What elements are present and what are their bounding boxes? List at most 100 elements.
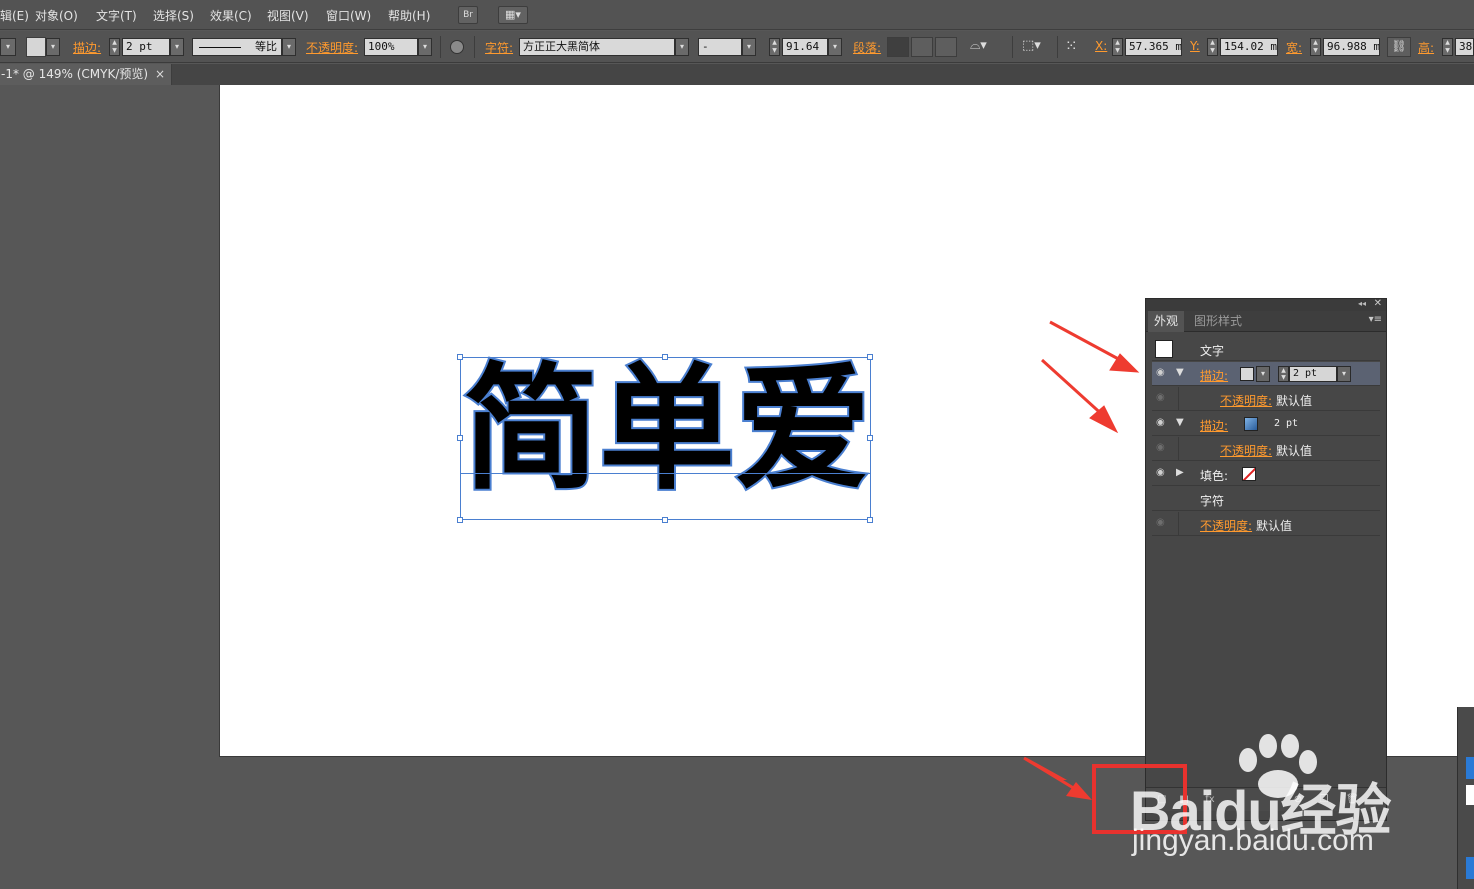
fill-attr-label[interactable]: 填色:: [1200, 467, 1228, 484]
tab-graphic-styles[interactable]: 图形样式: [1188, 311, 1248, 332]
opacity-attr-label[interactable]: 不透明度:: [1200, 517, 1252, 534]
font-family-field[interactable]: 方正正大黑简体: [519, 38, 675, 56]
row-divider: [1178, 512, 1179, 536]
menu-help[interactable]: 帮助(H): [388, 7, 430, 24]
appearance-row-stroke[interactable]: ◉ ▼ 描边: ▾ ▲ ▼ 2 pt ▾: [1152, 362, 1380, 386]
collapse-icon[interactable]: ◂◂: [1358, 299, 1366, 308]
stroke-swatch-dropdown[interactable]: ▾: [46, 38, 60, 56]
opacity-label[interactable]: 不透明度:: [306, 39, 358, 56]
expand-triangle-icon[interactable]: ▼: [1176, 417, 1184, 428]
stroke-attr-label[interactable]: 描边:: [1200, 367, 1228, 384]
close-icon[interactable]: ✕: [1374, 298, 1382, 309]
selection-bounding-box[interactable]: [460, 357, 871, 520]
appearance-row-opacity[interactable]: ◉ 不透明度: 默认值: [1152, 512, 1380, 536]
stroke-swatch-icon[interactable]: [26, 37, 46, 57]
y-spinner[interactable]: ▲ ▼: [1207, 38, 1218, 56]
character-label[interactable]: 字符:: [485, 39, 513, 56]
resize-handle[interactable]: [457, 354, 463, 360]
appearance-row-fill[interactable]: ◉ ▶ 填色:: [1152, 462, 1380, 486]
stroke-swatch-icon[interactable]: [1240, 367, 1254, 381]
stroke-profile-field[interactable]: 等比: [192, 38, 282, 56]
panel-title-bar[interactable]: ◂◂ ✕: [1146, 298, 1386, 311]
menu-select[interactable]: 选择(S): [153, 7, 194, 24]
expand-triangle-icon[interactable]: ▼: [1176, 367, 1184, 378]
workspace-switcher-icon[interactable]: ▦▾: [498, 6, 528, 24]
annotation-arrow-1: [1049, 320, 1125, 364]
stroke-weight-dropdown[interactable]: ▾: [1337, 366, 1351, 382]
appearance-row-characters[interactable]: 字符: [1152, 487, 1380, 511]
fill-dropdown[interactable]: ▾: [0, 38, 16, 56]
stroke-weight-dropdown[interactable]: ▾: [170, 38, 184, 56]
close-icon[interactable]: ×: [155, 64, 165, 85]
resize-handle[interactable]: [457, 517, 463, 523]
x-label[interactable]: X:: [1095, 39, 1107, 53]
font-family-dropdown[interactable]: ▾: [675, 38, 689, 56]
paragraph-label[interactable]: 段落:: [853, 39, 881, 56]
resize-handle[interactable]: [867, 435, 873, 441]
menu-object[interactable]: 对象(O): [35, 7, 78, 24]
opacity-attr-label[interactable]: 不透明度:: [1220, 442, 1272, 459]
appearance-header: 文字: [1152, 337, 1380, 361]
y-label[interactable]: Y:: [1190, 39, 1200, 53]
width-spinner[interactable]: ▲ ▼: [1310, 38, 1321, 56]
stroke-attr-label[interactable]: 描边:: [1200, 417, 1228, 434]
expand-triangle-icon[interactable]: ▶: [1176, 467, 1184, 478]
x-spinner[interactable]: ▲ ▼: [1112, 38, 1123, 56]
height-spinner[interactable]: ▲ ▼: [1442, 38, 1453, 56]
constrain-proportions-icon[interactable]: ⛓: [1387, 37, 1411, 57]
font-size-field[interactable]: 91.64: [782, 38, 828, 56]
stroke-weight-field[interactable]: 2 pt: [122, 38, 170, 56]
width-label[interactable]: 宽:: [1286, 39, 1302, 56]
align-right-icon[interactable]: [935, 37, 957, 57]
recolor-artwork-icon[interactable]: [450, 40, 464, 54]
appearance-row-opacity[interactable]: ◉ 不透明度: 默认值: [1152, 437, 1380, 461]
stroke-label[interactable]: 描边:: [73, 39, 101, 56]
warp-text-icon[interactable]: ⌓▾: [970, 38, 987, 53]
resize-handle[interactable]: [662, 354, 668, 360]
font-size-spinner[interactable]: ▲ ▼: [769, 38, 780, 56]
stroke-weight-spinner[interactable]: ▲ ▼: [1278, 366, 1289, 382]
appearance-row-stroke[interactable]: ◉ ▼ 描边: 2 pt: [1152, 412, 1380, 436]
font-style-field[interactable]: -: [698, 38, 742, 56]
stroke-spinner[interactable]: ▲ ▼: [109, 38, 120, 56]
resize-handle[interactable]: [867, 354, 873, 360]
y-field[interactable]: 154.02 m: [1220, 38, 1278, 56]
resize-handle[interactable]: [867, 517, 873, 523]
height-label[interactable]: 高:: [1418, 39, 1434, 56]
no-fill-swatch-icon[interactable]: [1242, 467, 1256, 481]
annotation-arrows: [1025, 320, 1140, 780]
font-size-dropdown[interactable]: ▾: [828, 38, 842, 56]
reference-point-icon[interactable]: ⁙: [1065, 37, 1078, 55]
menu-view[interactable]: 视图(V): [267, 7, 309, 24]
align-center-icon[interactable]: [911, 37, 933, 57]
divider: [440, 36, 441, 58]
x-field[interactable]: 57.365 m: [1125, 38, 1182, 56]
bridge-button[interactable]: Br: [458, 6, 478, 24]
opacity-attr-label[interactable]: 不透明度:: [1220, 392, 1272, 409]
stroke-profile-dropdown[interactable]: ▾: [282, 38, 296, 56]
appearance-row-opacity[interactable]: ◉ 不透明度: 默认值: [1152, 387, 1380, 411]
stroke-swatch-icon[interactable]: [1244, 417, 1258, 431]
transform-options-icon[interactable]: ⬚▾: [1022, 38, 1041, 53]
annotation-arrow-2: [1040, 358, 1108, 420]
width-field[interactable]: 96.988 m: [1323, 38, 1380, 56]
opacity-dropdown[interactable]: ▾: [418, 38, 432, 56]
menu-window[interactable]: 窗口(W): [326, 7, 371, 24]
watermark-url: jingyan.baidu.com: [1132, 824, 1374, 857]
resize-handle[interactable]: [662, 517, 668, 523]
stroke-color-dropdown[interactable]: ▾: [1256, 366, 1270, 382]
align-left-icon[interactable]: [887, 37, 909, 57]
divider: [474, 36, 475, 58]
opacity-field[interactable]: 100%: [364, 38, 418, 56]
resize-handle[interactable]: [457, 435, 463, 441]
menu-type[interactable]: 文字(T): [96, 7, 137, 24]
panel-menu-icon[interactable]: ▾≡: [1369, 314, 1382, 325]
stroke-weight-field[interactable]: 2 pt: [1289, 366, 1337, 382]
height-field[interactable]: 38.: [1455, 38, 1474, 56]
characters-label[interactable]: 字符: [1200, 492, 1224, 509]
menu-effect[interactable]: 效果(C): [210, 7, 252, 24]
annotation-arrow-3-line: [1023, 756, 1081, 794]
menu-edit[interactable]: 辑(E): [0, 7, 29, 24]
document-tab[interactable]: -1* @ 149% (CMYK/预览) ×: [0, 64, 172, 85]
font-style-dropdown[interactable]: ▾: [742, 38, 756, 56]
